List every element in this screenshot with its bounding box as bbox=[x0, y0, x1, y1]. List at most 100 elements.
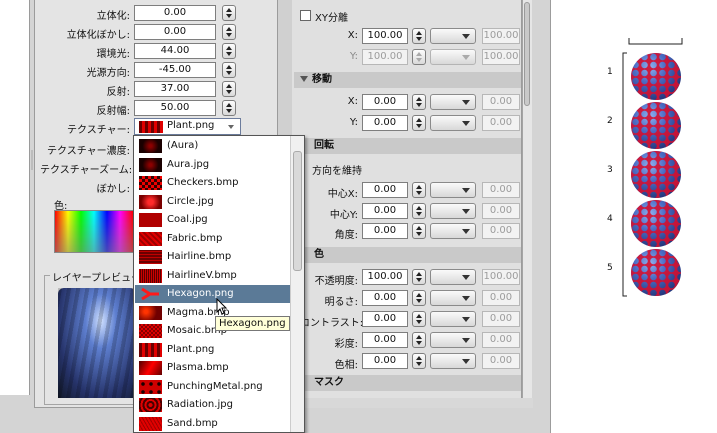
saturation-mode-dropdown[interactable] bbox=[430, 332, 476, 348]
property-input[interactable]: 50.00 bbox=[134, 100, 216, 116]
brightness-end-value: 0.00 bbox=[482, 290, 520, 306]
texture-option[interactable]: Fabric.bmp bbox=[135, 230, 302, 248]
property-input[interactable]: 37.00 bbox=[134, 81, 216, 97]
texture-option[interactable]: Plant.png bbox=[135, 341, 302, 359]
textured-sphere-object[interactable] bbox=[631, 53, 681, 100]
texture-list-scroll-thumb[interactable] bbox=[293, 151, 302, 271]
saturation-input[interactable]: 0.00 bbox=[362, 332, 408, 348]
property-spinner[interactable] bbox=[222, 81, 236, 97]
center-y-input[interactable]: 0.00 bbox=[362, 203, 408, 219]
textured-sphere-object[interactable] bbox=[631, 249, 681, 296]
layer-preview-label: レイヤープレビュー bbox=[50, 269, 144, 284]
texture-dropdown[interactable]: Plant.png bbox=[134, 118, 241, 135]
textured-sphere-object[interactable] bbox=[631, 200, 681, 247]
texture-option[interactable]: Radiation.jpg bbox=[135, 396, 302, 414]
move-x-spinner[interactable] bbox=[412, 94, 426, 110]
texture-option[interactable]: Circle.jpg bbox=[135, 193, 302, 211]
texture-option[interactable]: Aura.jpg bbox=[135, 156, 302, 174]
property-spinner[interactable] bbox=[222, 100, 236, 116]
texture-thumbnail-icon bbox=[139, 324, 162, 338]
property-spinner[interactable] bbox=[222, 5, 236, 21]
angle-mode-dropdown[interactable] bbox=[430, 223, 476, 239]
xy-split-checkbox[interactable] bbox=[300, 10, 311, 21]
angle-spinner[interactable] bbox=[412, 223, 426, 239]
texture-dropdown-value: Plant.png bbox=[167, 120, 215, 131]
texture-option[interactable]: Sand.bmp bbox=[135, 415, 302, 433]
scale-y-spinner[interactable] bbox=[412, 49, 426, 65]
texture-option[interactable]: Coal.jpg bbox=[135, 211, 302, 229]
move-x-mode-dropdown[interactable] bbox=[430, 94, 476, 110]
texture-option-label: Fabric.bmp bbox=[167, 232, 223, 244]
brightness-input[interactable]: 0.00 bbox=[362, 290, 408, 306]
property-label: 反射幅: bbox=[96, 106, 130, 117]
texture-thumbnail-icon bbox=[139, 231, 162, 246]
contrast-input[interactable]: 0.00 bbox=[362, 311, 408, 327]
saturation-label: 彩度: bbox=[334, 339, 358, 350]
left-edge-panel bbox=[0, 0, 30, 395]
center-y-end-value: 0.00 bbox=[482, 203, 520, 219]
contrast-spinner[interactable] bbox=[412, 311, 426, 327]
angle-end-value: 0.00 bbox=[482, 223, 520, 239]
texture-option-label: HairlineV.bmp bbox=[167, 269, 237, 281]
mask-section-header[interactable]: マスク bbox=[294, 375, 521, 391]
center-x-mode-dropdown[interactable] bbox=[430, 182, 476, 198]
texture-option-label: Circle.jpg bbox=[167, 195, 214, 207]
texture-thumbnail-icon bbox=[139, 268, 162, 283]
textured-sphere-object[interactable] bbox=[631, 102, 681, 149]
opacity-mode-dropdown[interactable] bbox=[430, 269, 476, 285]
opacity-label: 不透明度: bbox=[314, 276, 358, 287]
property-spinner[interactable] bbox=[222, 62, 236, 78]
property-spinner[interactable] bbox=[222, 24, 236, 40]
scale-y-end-value: 100.00 bbox=[482, 49, 520, 65]
textured-sphere-object[interactable] bbox=[631, 151, 681, 198]
move-y-mode-dropdown[interactable] bbox=[430, 115, 476, 131]
angle-input[interactable]: 0.00 bbox=[362, 223, 408, 239]
texture-option[interactable]: PunchingMetal.png bbox=[135, 378, 302, 396]
property-input[interactable]: -45.00 bbox=[134, 62, 216, 78]
property-input[interactable]: 44.00 bbox=[134, 43, 216, 59]
texture-option[interactable]: Plasma.bmp bbox=[135, 359, 302, 377]
contrast-mode-dropdown[interactable] bbox=[430, 311, 476, 327]
center-x-spinner[interactable] bbox=[412, 182, 426, 198]
move-y-input[interactable]: 0.00 bbox=[362, 115, 408, 131]
scale-x-input[interactable]: 100.00 bbox=[362, 28, 408, 44]
texture-list-scrollbar[interactable] bbox=[290, 136, 304, 432]
brightness-mode-dropdown[interactable] bbox=[430, 290, 476, 306]
property-spinner[interactable] bbox=[222, 43, 236, 59]
hue-input[interactable]: 0.00 bbox=[362, 353, 408, 369]
texture-option[interactable]: HairlineV.bmp bbox=[135, 267, 302, 285]
opacity-input[interactable]: 100.00 bbox=[362, 269, 408, 285]
scale-x-mode-dropdown[interactable] bbox=[430, 28, 476, 44]
move-x-input[interactable]: 0.00 bbox=[362, 94, 408, 110]
scale-x-spinner[interactable] bbox=[412, 28, 426, 44]
scrollbar-thumb[interactable] bbox=[524, 2, 530, 106]
collapse-triangle-icon bbox=[300, 76, 308, 82]
move-y-spinner[interactable] bbox=[412, 115, 426, 131]
texture-option[interactable]: Checkers.bmp bbox=[135, 174, 302, 192]
hue-spinner[interactable] bbox=[412, 353, 426, 369]
opacity-spinner[interactable] bbox=[412, 269, 426, 285]
texture-thumbnail-icon bbox=[139, 287, 162, 301]
texture-dropdown-list[interactable]: (Aura) Aura.jpg Checkers.bmp Circle.jpg … bbox=[133, 135, 305, 433]
property-input[interactable]: 0.00 bbox=[134, 5, 216, 21]
rotate-section-header[interactable]: 回転 bbox=[294, 138, 521, 154]
scale-y-input[interactable]: 100.00 bbox=[362, 49, 408, 65]
color-section-header[interactable]: 色 bbox=[294, 247, 521, 263]
center-y-mode-dropdown[interactable] bbox=[430, 203, 476, 219]
texture-option[interactable]: (Aura) bbox=[135, 137, 302, 155]
hue-mode-dropdown[interactable] bbox=[430, 353, 476, 369]
property-label: 立体化ぼかし: bbox=[66, 30, 130, 41]
texture-option[interactable]: Hairline.bmp bbox=[135, 248, 302, 266]
color-picker[interactable] bbox=[54, 210, 134, 253]
brightness-spinner[interactable] bbox=[412, 290, 426, 306]
property-label: 反射: bbox=[106, 87, 130, 98]
texture-zoom-label: テクスチャーズーム: bbox=[40, 165, 133, 176]
scale-y-mode-dropdown[interactable] bbox=[430, 49, 476, 65]
center-x-input[interactable]: 0.00 bbox=[362, 182, 408, 198]
texture-tooltip: Hexagon.png bbox=[215, 316, 290, 331]
center-y-spinner[interactable] bbox=[412, 203, 426, 219]
move-section-header[interactable]: 移動 bbox=[294, 72, 521, 88]
property-input[interactable]: 0.00 bbox=[134, 24, 216, 40]
splitter-handle[interactable] bbox=[31, 150, 33, 170]
saturation-spinner[interactable] bbox=[412, 332, 426, 348]
